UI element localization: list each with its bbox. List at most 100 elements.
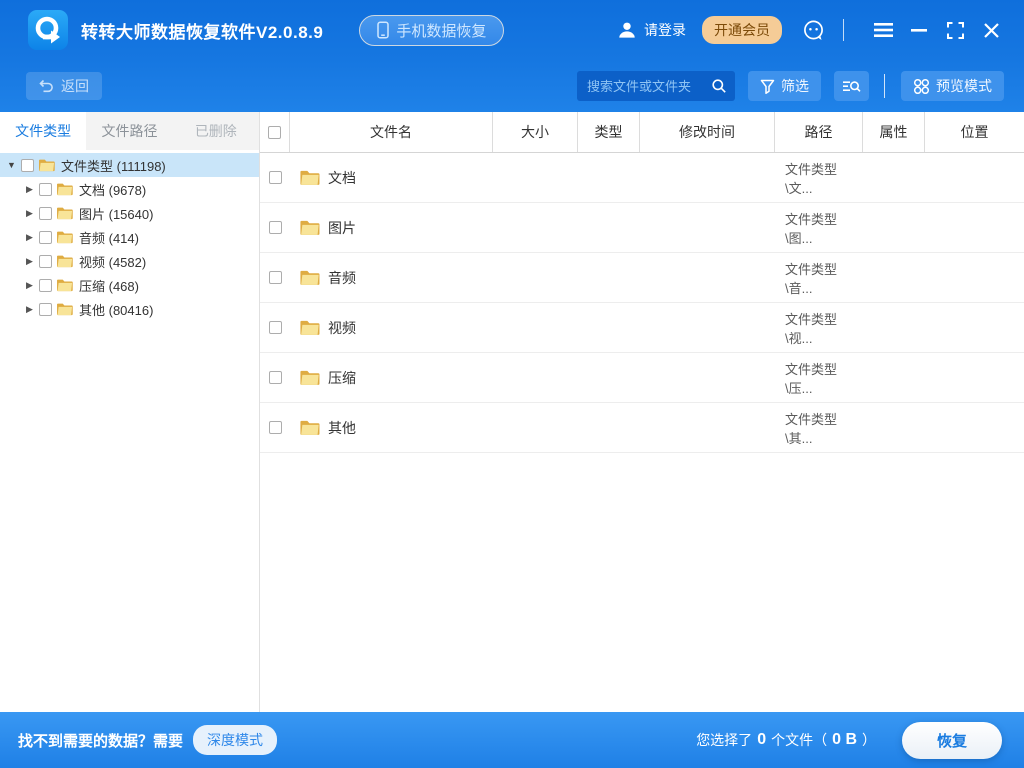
tree-item[interactable]: ▶ 其他 (80416) xyxy=(0,297,259,321)
row-checkbox[interactable] xyxy=(268,221,282,234)
tree-checkbox[interactable] xyxy=(39,182,52,196)
customer-service-icon[interactable] xyxy=(802,19,825,42)
search-input[interactable] xyxy=(587,78,711,94)
folder-icon xyxy=(299,269,320,286)
tree-item-label: 图片 (15640) xyxy=(79,206,154,222)
folder-icon xyxy=(56,254,73,268)
folder-icon xyxy=(56,206,73,220)
titlebar-divider xyxy=(843,19,844,41)
table-row[interactable]: 视频 文件类型\视... xyxy=(260,303,1024,353)
file-name: 图片 xyxy=(328,219,356,236)
maximize-icon[interactable] xyxy=(942,17,968,43)
column-attribute: 属性 xyxy=(863,112,925,152)
menu-icon[interactable] xyxy=(870,17,896,43)
selected-size: 0 B xyxy=(832,731,857,748)
sidebar: 文件类型 文件路径 已删除 ▼ 文件类型 (111198) ▶ 文档 (9678… xyxy=(0,112,260,712)
vip-button[interactable]: 开通会员 xyxy=(702,16,782,44)
folder-icon xyxy=(299,169,320,186)
file-path: 文件类型\文... xyxy=(785,161,838,196)
header-checkbox-cell xyxy=(260,112,290,152)
preview-grid-icon xyxy=(913,78,930,95)
file-name: 压缩 xyxy=(328,369,356,386)
tree-item-label: 音频 (414) xyxy=(79,230,139,246)
main-area: 文件类型 文件路径 已删除 ▼ 文件类型 (111198) ▶ 文档 (9678… xyxy=(0,112,1024,712)
tab-file-path[interactable]: 文件路径 xyxy=(86,112,172,150)
filter-search-icon xyxy=(842,79,861,94)
table-row[interactable]: 文档 文件类型\文... xyxy=(260,153,1024,203)
row-checkbox[interactable] xyxy=(268,371,282,384)
table-row[interactable]: 其他 文件类型\其... xyxy=(260,403,1024,453)
folder-icon xyxy=(38,158,55,172)
tree-checkbox[interactable] xyxy=(21,158,34,172)
table-row[interactable]: 音频 文件类型\音... xyxy=(260,253,1024,303)
folder-icon xyxy=(56,230,73,244)
phone-recovery-button[interactable]: 手机数据恢复 xyxy=(359,14,505,46)
tree-checkbox[interactable] xyxy=(39,254,52,268)
tree-item-label: 压缩 (468) xyxy=(79,278,139,294)
expand-arrow-icon[interactable]: ▶ xyxy=(23,280,36,291)
column-modified: 修改时间 xyxy=(640,112,775,152)
tree-checkbox[interactable] xyxy=(39,230,52,244)
column-path: 路径 xyxy=(775,112,863,152)
column-location: 位置 xyxy=(960,124,989,140)
tree-checkbox[interactable] xyxy=(39,302,52,316)
file-name: 视频 xyxy=(328,319,356,336)
login-label: 请登录 xyxy=(644,22,686,38)
tree-item[interactable]: ▶ 文档 (9678) xyxy=(0,177,259,201)
tree-item[interactable]: ▶ 压缩 (468) xyxy=(0,273,259,297)
folder-icon xyxy=(299,369,320,386)
file-table: 文件名 大小 类型 修改时间 路径 属性 位置 文档 文件类型\文... 图片 … xyxy=(260,112,1024,712)
close-icon[interactable] xyxy=(978,17,1004,43)
deep-mode-button[interactable]: 深度模式 xyxy=(193,725,278,755)
selected-count: 0 xyxy=(757,731,767,748)
select-all-checkbox[interactable] xyxy=(268,125,281,139)
collapse-arrow-icon[interactable]: ▼ xyxy=(5,160,18,170)
tab-deleted[interactable]: 已删除 xyxy=(173,112,259,150)
deep-scan-hint: 找不到需要的数据？需要 xyxy=(18,732,184,750)
tree-item[interactable]: ▶ 视频 (4582) xyxy=(0,249,259,273)
table-row[interactable]: 压缩 文件类型\压... xyxy=(260,353,1024,403)
row-checkbox[interactable] xyxy=(268,321,282,334)
toolbar-divider xyxy=(884,74,885,98)
file-path: 文件类型\图... xyxy=(785,211,838,246)
folder-icon xyxy=(299,219,320,236)
expand-arrow-icon[interactable]: ▶ xyxy=(23,184,36,195)
user-icon xyxy=(617,20,637,40)
tree-item[interactable]: ▶ 图片 (15640) xyxy=(0,201,259,225)
expand-arrow-icon[interactable]: ▶ xyxy=(23,208,36,219)
row-checkbox[interactable] xyxy=(268,271,282,284)
tree-item-label: 视频 (4582) xyxy=(79,254,147,270)
recover-button[interactable]: 恢复 xyxy=(902,721,1002,759)
advanced-filter-button[interactable] xyxy=(834,71,869,101)
table-row[interactable]: 图片 文件类型\图... xyxy=(260,203,1024,253)
selection-prefix: 您选择了 xyxy=(696,732,753,748)
search-icon[interactable] xyxy=(711,78,727,94)
tree-item[interactable]: ▶ 音频 (414) xyxy=(0,225,259,249)
tab-file-type[interactable]: 文件类型 xyxy=(0,112,87,150)
tree-item-root[interactable]: ▼ 文件类型 (111198) xyxy=(0,153,259,177)
back-button[interactable]: 返回 xyxy=(26,72,102,100)
expand-arrow-icon[interactable]: ▶ xyxy=(23,304,36,315)
login-button[interactable]: 请登录 xyxy=(617,20,686,40)
filter-button[interactable]: 筛选 xyxy=(748,71,821,101)
expand-arrow-icon[interactable]: ▶ xyxy=(23,256,36,267)
expand-arrow-icon[interactable]: ▶ xyxy=(23,232,36,243)
file-path: 文件类型\压... xyxy=(785,361,838,396)
app-logo-icon xyxy=(28,10,68,50)
file-tree: ▼ 文件类型 (111198) ▶ 文档 (9678) ▶ 图片 (15640)… xyxy=(0,150,259,321)
app-title: 转转大师数据恢复软件V2.0.8.9 xyxy=(81,22,324,42)
column-type: 类型 xyxy=(578,112,640,152)
minimize-icon[interactable] xyxy=(906,17,932,43)
file-name: 文档 xyxy=(328,169,356,186)
tree-checkbox[interactable] xyxy=(39,206,52,220)
row-checkbox[interactable] xyxy=(268,171,282,184)
preview-mode-button[interactable]: 预览模式 xyxy=(901,71,1004,101)
file-name: 音频 xyxy=(328,269,356,286)
footer: 找不到需要的数据？需要 深度模式 您选择了 0 个文件（ 0 B ） 恢复 xyxy=(0,712,1024,768)
folder-icon xyxy=(56,302,73,316)
tree-checkbox[interactable] xyxy=(39,278,52,292)
row-checkbox[interactable] xyxy=(268,421,282,434)
file-path: 文件类型\视... xyxy=(785,311,838,346)
selection-middle: 个文件（ xyxy=(771,732,828,748)
file-path: 文件类型\音... xyxy=(785,261,838,296)
